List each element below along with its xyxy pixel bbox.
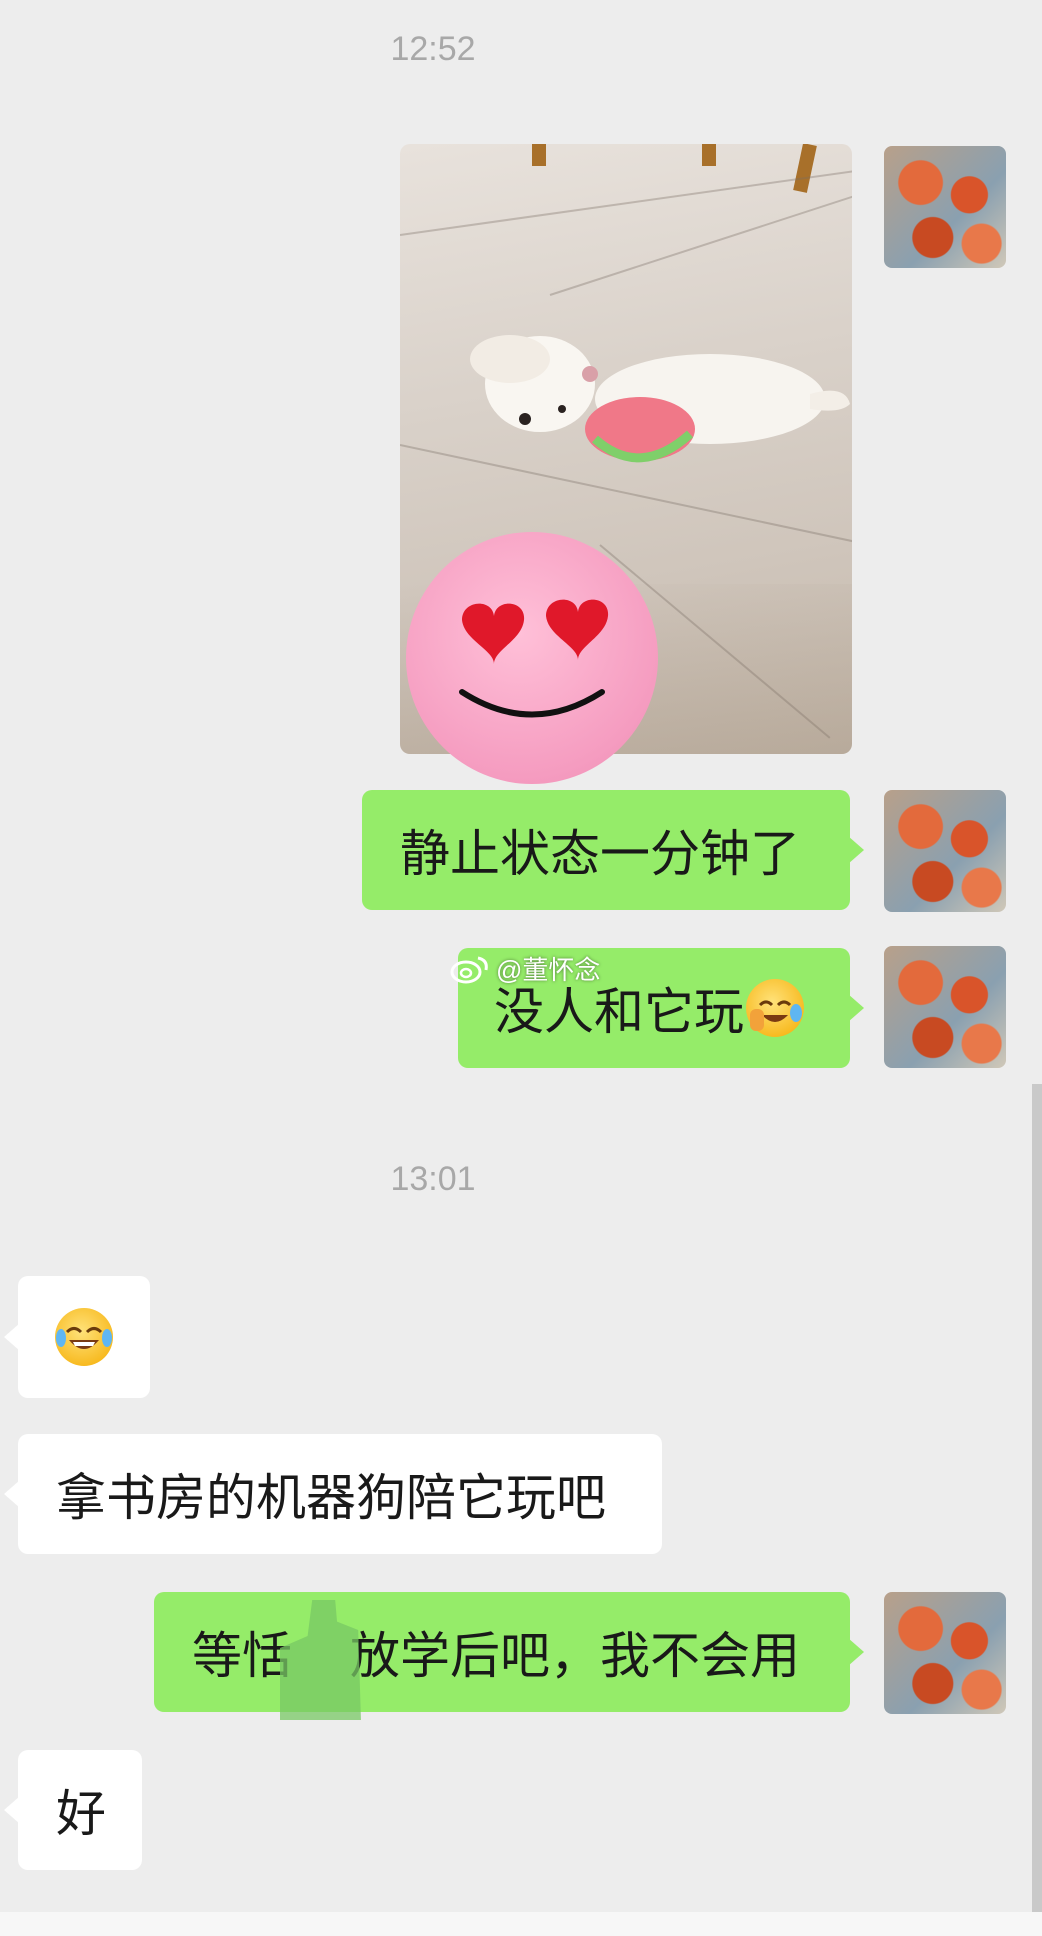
weibo-icon xyxy=(450,956,488,983)
message-bubble[interactable]: 拿书房的机器狗陪它玩吧 xyxy=(4,1434,662,1554)
floor-tile-line xyxy=(400,169,852,236)
message-text: 好 xyxy=(56,1786,106,1842)
my-avatar[interactable] xyxy=(884,946,1006,1068)
message-text: 等恬 xyxy=(192,1628,292,1684)
message-text: 拿书房的机器狗陪它玩吧 xyxy=(56,1470,606,1526)
heart-eyes-sticker xyxy=(406,532,658,784)
my-avatar[interactable] xyxy=(884,790,1006,912)
timestamp: 13:01 xyxy=(390,1160,476,1198)
chair-leg xyxy=(532,144,546,166)
scrollbar[interactable] xyxy=(1032,1084,1042,1914)
timestamp: 12:52 xyxy=(390,30,476,68)
watermark: @董怀念 xyxy=(450,950,600,987)
floor-tile-line xyxy=(549,182,852,296)
chair-leg xyxy=(702,144,716,166)
tears-of-joy-face-icon xyxy=(55,1308,113,1366)
message-bubble[interactable]: 等恬 放学后吧，我不会用 xyxy=(154,1592,864,1712)
message-bubble[interactable] xyxy=(4,1276,150,1398)
crying-laughing-face-icon xyxy=(746,979,804,1037)
message-text-tail: 放学后吧，我不会用 xyxy=(350,1628,800,1684)
message-text: 静止状态一分钟了 xyxy=(400,826,800,882)
chair-leg xyxy=(793,144,817,193)
message-bubble[interactable]: 好 xyxy=(4,1750,142,1870)
watermark-text: @董怀念 xyxy=(496,955,601,985)
message-bubble[interactable]: 静止状态一分钟了 xyxy=(362,790,864,910)
my-avatar[interactable] xyxy=(884,1592,1006,1714)
dog-figure xyxy=(470,335,850,463)
input-bar-edge xyxy=(0,1912,1042,1936)
my-avatar[interactable] xyxy=(884,146,1006,268)
